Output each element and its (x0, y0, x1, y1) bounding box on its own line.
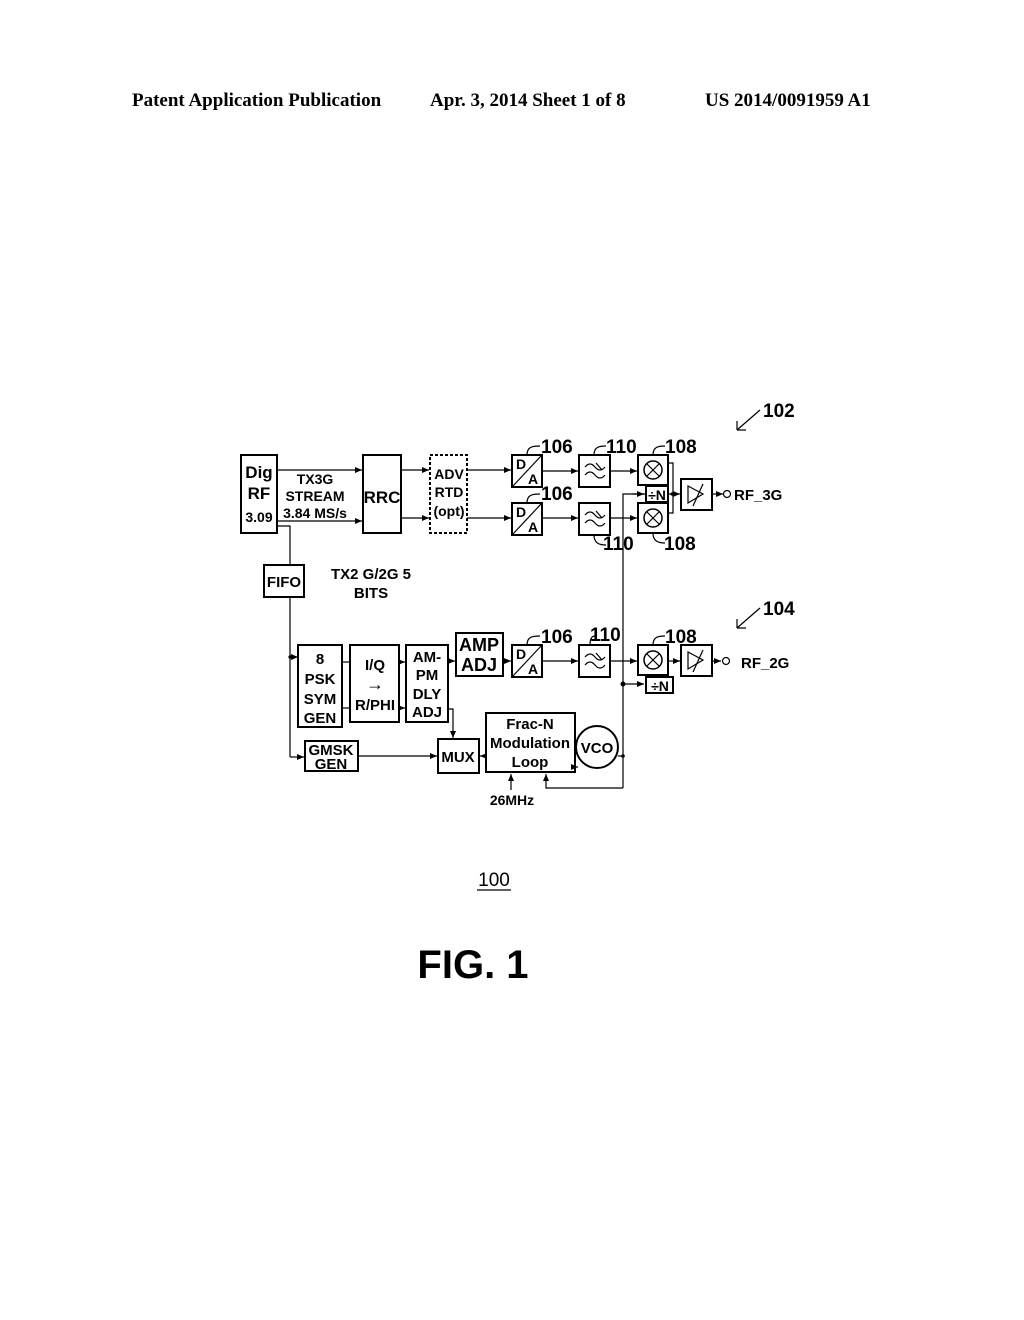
ref-106-second: 106 (541, 484, 573, 505)
fracn-label-1: Frac-N (506, 716, 554, 733)
block-diagram: Dig RF 3.09 TX3G STREAM 3.84 MS/s RRC AD… (240, 401, 795, 987)
divider-3g: ÷N (645, 485, 669, 503)
ref-106-top: 106 (541, 437, 573, 458)
wire-digrf-fifo (277, 525, 291, 565)
ampm-dly-adj-block: AM- PM DLY ADJ (405, 644, 449, 723)
output-terminal-3g (722, 489, 732, 499)
amp-adj-block: AMP ADJ (455, 632, 504, 677)
junction-dot (670, 492, 674, 496)
tx2g-label-2: BITS (354, 585, 388, 602)
wire-feedback (543, 774, 623, 789)
gmsk-gen-block: GMSK GEN (304, 740, 359, 773)
frac-n-loop-block: Frac-N Modulation Loop (485, 712, 576, 773)
adv-rtd-block: ADV RTD (opt) (429, 454, 468, 534)
lowpass-filter-1 (578, 454, 611, 488)
leader-106b (526, 493, 541, 504)
tx3g-label-2: STREAM (285, 488, 344, 504)
divider-2g-label: ÷N (651, 678, 669, 694)
psk-label-3: SYM (304, 691, 337, 708)
tx3g-label-1: TX3G (297, 471, 334, 487)
psk-label-2: PSK (305, 671, 336, 688)
ref-104: 104 (763, 599, 795, 620)
figure-caption: FIG. 1 (417, 943, 528, 987)
tx2g-label-1: TX2 G/2G 5 (331, 566, 411, 583)
ref-110-2g: 110 (590, 625, 621, 646)
mux-label: MUX (441, 749, 474, 766)
fracn-label-3: Loop (512, 754, 549, 771)
psk-sym-gen-block: 8 PSK SYM GEN (297, 644, 343, 728)
mux-block: MUX (437, 738, 480, 774)
mixer-3 (637, 644, 669, 676)
iq-to-rphi-block: I/Q → R/PHI (349, 644, 400, 723)
rrc-block: RRC (362, 454, 402, 534)
iq-label-3: R/PHI (355, 697, 395, 714)
ref-108-top: 108 (665, 437, 697, 458)
fifo-block: FIFO (263, 564, 305, 598)
iq-arrow: → (366, 674, 384, 694)
da-d-label: D (516, 456, 526, 472)
vco-block: VCO (575, 725, 619, 769)
output-terminal-2g (721, 656, 731, 666)
da-converter-2: D A (511, 502, 543, 536)
ref-110-top: 110 (606, 437, 637, 458)
da-a-label: A (528, 471, 538, 487)
advrtd-label-3: (opt) (433, 503, 464, 519)
mixer-2 (637, 502, 669, 534)
leader-106a (526, 445, 541, 456)
power-amp-3g (680, 478, 713, 511)
rf-3g-label: RF_3G (734, 487, 782, 504)
da-a-label: A (528, 519, 538, 535)
divider-2g: ÷N (645, 676, 674, 694)
ref-108-bottom: 108 (664, 534, 696, 555)
lowpass-filter-3 (578, 644, 611, 678)
vco-label: VCO (581, 740, 614, 757)
leader-108a (652, 445, 666, 456)
leader-110a (593, 445, 607, 456)
advrtd-label-1: ADV (434, 466, 464, 482)
rrc-label: RRC (364, 488, 401, 507)
da-converter-1: D A (511, 454, 543, 488)
digrf-block: Dig RF 3.09 (240, 454, 278, 534)
rf-2g-label: RF_2G (741, 655, 789, 672)
da-converter-3: D A (511, 644, 543, 678)
da-a-label: A (528, 661, 538, 677)
fifo-label: FIFO (267, 574, 301, 591)
lowpass-filter-2 (578, 502, 611, 536)
figure-reference-numeral: 100 (478, 870, 510, 891)
mixer-1 (637, 454, 669, 486)
digrf-label-3: 3.09 (245, 509, 272, 525)
da-d-label: D (516, 646, 526, 662)
advrtd-label-2: RTD (435, 484, 464, 500)
power-amp-2g (680, 644, 713, 677)
digrf-label-1: Dig (245, 463, 272, 482)
clock-26mhz-label: 26MHz (490, 792, 534, 808)
divider-3g-label: ÷N (648, 487, 666, 503)
arrow-104 (736, 607, 761, 629)
arrow-102 (736, 409, 761, 431)
ampm-label-4: ADJ (412, 704, 442, 721)
iq-label-1: I/Q (365, 657, 385, 674)
ampm-label-1: AM- (413, 649, 441, 666)
ampadj-label-2: ADJ (461, 655, 497, 675)
da-d-label: D (516, 504, 526, 520)
psk-label-4: GEN (304, 710, 337, 727)
ampm-label-2: PM (416, 667, 439, 684)
gmsk-label-2: GEN (315, 756, 348, 773)
ampm-label-3: DLY (413, 686, 442, 703)
ref-110-bottom: 110 (603, 534, 634, 555)
ref-106-2g: 106 (541, 627, 573, 648)
digrf-label-2: RF (248, 484, 271, 503)
ref-102: 102 (763, 401, 795, 422)
tx3g-label-3: 3.84 MS/s (283, 505, 347, 521)
fracn-label-2: Modulation (490, 735, 570, 752)
ampadj-label-1: AMP (459, 635, 499, 655)
psk-label-1: 8 (316, 651, 324, 668)
